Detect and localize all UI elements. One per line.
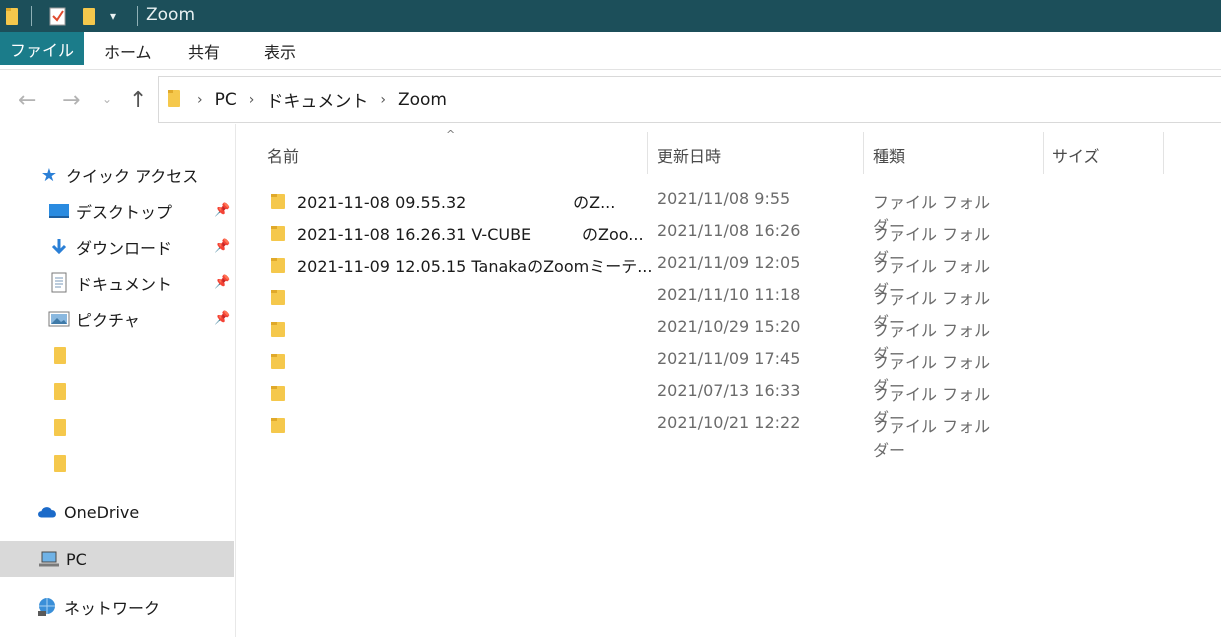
window-title: Zoom bbox=[146, 5, 196, 25]
chevron-right-icon: › bbox=[248, 91, 255, 108]
chevron-right-icon: › bbox=[380, 91, 386, 108]
up-arrow-icon[interactable]: ↑ bbox=[129, 88, 147, 113]
table-row[interactable]: 2021/10/29 15:20 ファイル フォルダー bbox=[266, 312, 1006, 364]
breadcrumb-documents[interactable]: ドキュメント bbox=[266, 87, 368, 112]
table-row[interactable]: 2021/11/09 17:45 ファイル フォルダー bbox=[266, 344, 1006, 396]
tab-view[interactable]: 表示 bbox=[264, 32, 296, 70]
table-row[interactable]: 2021/07/13 16:33 ファイル フォルダー bbox=[266, 376, 1006, 428]
table-row[interactable]: 2021-11-09 12.05.15 TanakaのZoomミーテ... 202… bbox=[266, 248, 1006, 300]
back-arrow-icon[interactable]: ← bbox=[18, 88, 36, 113]
file-date: 2021/11/08 9:55 bbox=[657, 189, 791, 208]
column-header-size[interactable]: サイズ bbox=[1052, 142, 1100, 168]
table-row[interactable]: 2021/10/21 12:22 ファイル フォルダー bbox=[266, 408, 1006, 460]
file-date: 2021/10/21 12:22 bbox=[657, 413, 801, 432]
breadcrumb-pc[interactable]: PC bbox=[215, 90, 237, 110]
file-name: 2021-11-08 16.26.31 V-CUBE のZoo... bbox=[297, 225, 644, 244]
address-bar[interactable]: › PC › ドキュメント › Zoom bbox=[158, 76, 1221, 123]
sort-ascending-icon: ^ bbox=[446, 128, 456, 141]
new-folder-icon[interactable] bbox=[82, 6, 96, 30]
folder-icon bbox=[167, 88, 181, 112]
file-type: ファイル フォルダー bbox=[873, 417, 991, 460]
folder-icon bbox=[270, 415, 286, 435]
file-date: 2021/07/13 16:33 bbox=[657, 381, 801, 400]
navigation-pane bbox=[0, 124, 236, 637]
tab-home[interactable]: ホーム bbox=[104, 32, 152, 70]
file-date: 2021/11/09 17:45 bbox=[657, 349, 801, 368]
breadcrumb-zoom[interactable]: Zoom bbox=[398, 90, 447, 110]
column-header-type[interactable]: 種類 bbox=[873, 142, 905, 168]
chevron-right-icon: › bbox=[197, 91, 203, 108]
folder-icon bbox=[5, 6, 19, 30]
recent-locations-icon[interactable]: ⌄ bbox=[102, 92, 112, 106]
file-name: 2021-11-09 12.05.15 TanakaのZoomミーテ... bbox=[297, 257, 653, 276]
properties-icon[interactable] bbox=[49, 6, 67, 30]
table-row[interactable]: 2021/11/10 11:18 ファイル フォルダー bbox=[266, 280, 1006, 332]
folder-icon bbox=[270, 255, 286, 275]
folder-icon bbox=[270, 351, 286, 371]
forward-arrow-icon[interactable]: → bbox=[62, 88, 80, 113]
folder-icon bbox=[270, 383, 286, 403]
file-date: 2021/11/10 11:18 bbox=[657, 285, 801, 304]
column-header-modified[interactable]: 更新日時 bbox=[657, 142, 721, 168]
title-bar: ▾ Zoom bbox=[0, 0, 1221, 32]
folder-icon bbox=[270, 287, 286, 307]
file-date: 2021/11/09 12:05 bbox=[657, 253, 801, 272]
file-date: 2021/10/29 15:20 bbox=[657, 317, 801, 336]
folder-icon bbox=[270, 223, 286, 243]
file-name: 2021-11-08 09.55.32 のZ... bbox=[297, 193, 616, 212]
folder-icon bbox=[270, 191, 286, 211]
file-date: 2021/11/08 16:26 bbox=[657, 221, 801, 240]
table-row[interactable]: 2021-11-08 16.26.31 V-CUBE のZoo... 2021/1… bbox=[266, 216, 1006, 268]
table-row[interactable]: 2021-11-08 09.55.32 のZ... 2021/11/08 9:55… bbox=[266, 184, 1006, 236]
customize-dropdown-icon[interactable]: ▾ bbox=[110, 9, 116, 23]
column-header-name[interactable]: 名前 bbox=[267, 142, 299, 168]
folder-icon bbox=[270, 319, 286, 339]
ribbon: ファイル ホーム 共有 表示 bbox=[0, 32, 1221, 70]
tab-share[interactable]: 共有 bbox=[188, 32, 220, 70]
tab-file[interactable]: ファイル bbox=[0, 32, 84, 65]
